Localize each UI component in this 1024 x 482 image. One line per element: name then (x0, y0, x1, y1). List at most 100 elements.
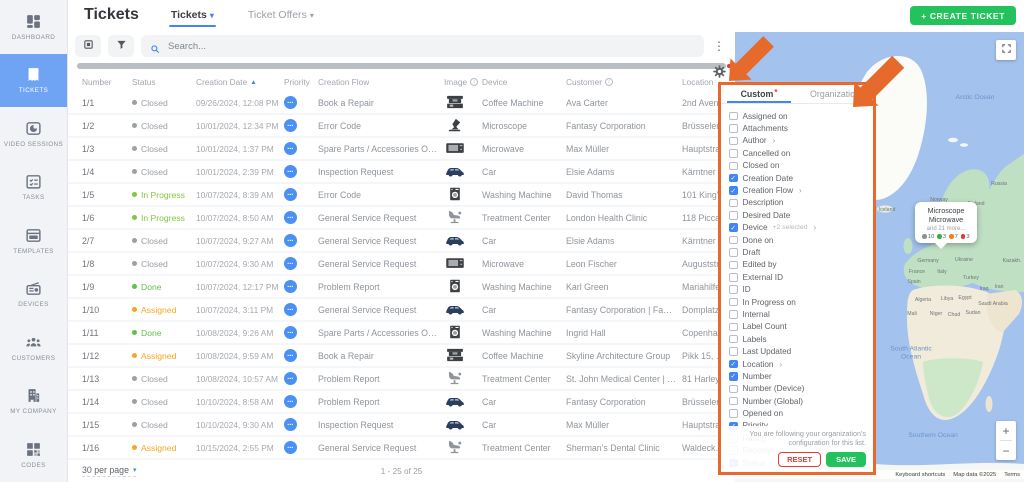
column-option-draft[interactable]: Draft (729, 246, 869, 258)
column-option-creation-flow[interactable]: ✓Creation Flow› (729, 184, 869, 196)
zoom-out-button[interactable]: − (996, 441, 1016, 460)
column-option-number[interactable]: ✓Number (729, 370, 869, 382)
checkbox-checked-icon[interactable]: ✓ (729, 223, 738, 232)
ticket-row-1-5[interactable]: 1/5In Progress10/07/2024, 8:39 AM•••Erro… (68, 184, 735, 207)
checkbox-icon[interactable] (729, 298, 738, 307)
checkbox-icon[interactable] (729, 124, 738, 133)
column-option-edited-by[interactable]: Edited by (729, 259, 869, 271)
sidebar-item-my-company[interactable]: MY COMPANY (0, 375, 67, 429)
checkbox-icon[interactable] (729, 248, 738, 257)
column-option-assigned-on[interactable]: Assigned on (729, 110, 869, 122)
ticket-row-2-7[interactable]: 2/7Closed10/07/2024, 9:27 AM•••General S… (68, 230, 735, 253)
ticket-row-1-6[interactable]: 1/6In Progress10/07/2024, 8:50 AM•••Gene… (68, 207, 735, 230)
checkbox-checked-icon[interactable]: ✓ (729, 174, 738, 183)
column-header-priority[interactable]: Priority (284, 77, 318, 87)
sidebar-item-templates[interactable]: TEMPLATES (0, 214, 67, 268)
column-option-attachments[interactable]: Attachments (729, 122, 869, 134)
ticket-row-1-12[interactable]: 1/12Assigned10/08/2024, 9:59 AM•••Book a… (68, 345, 735, 368)
checkbox-icon[interactable] (729, 261, 738, 270)
sidebar-item-dashboard[interactable]: DASHBOARD (0, 0, 67, 54)
ticket-row-1-9[interactable]: 1/9Done10/07/2024, 12:17 PM•••Problem Re… (68, 276, 735, 299)
column-option-in-progress-on[interactable]: In Progress on (729, 296, 869, 308)
column-option-closed-on[interactable]: Closed on (729, 160, 869, 172)
column-option-id[interactable]: ID (729, 283, 869, 295)
column-settings-button[interactable] (712, 64, 732, 84)
column-header-number[interactable]: Number (82, 77, 132, 87)
checkbox-icon[interactable] (729, 149, 738, 158)
ticket-row-1-1[interactable]: 1/1Closed09/26/2024, 12:08 PM•••Book a R… (68, 92, 735, 115)
checkbox-icon[interactable] (729, 347, 738, 356)
column-header-device[interactable]: Device (482, 77, 566, 87)
search-input[interactable] (166, 40, 695, 53)
zoom-in-button[interactable]: + (996, 421, 1016, 440)
sidebar-item-video-sessions[interactable]: VIDEO SESSIONS (0, 107, 67, 161)
checkbox-icon[interactable] (729, 236, 738, 245)
checkbox-icon[interactable] (729, 335, 738, 344)
column-option-done-on[interactable]: Done on (729, 234, 869, 246)
tab-tickets[interactable]: Tickets▾ (169, 1, 216, 29)
ticket-row-1-8[interactable]: 1/8Closed10/07/2024, 9:30 AM•••General S… (68, 253, 735, 276)
column-header-creation-date[interactable]: Creation Date▲ (196, 77, 284, 87)
column-option-labels[interactable]: Labels (729, 333, 869, 345)
column-option-external-id[interactable]: External ID (729, 271, 869, 283)
column-option-device[interactable]: ✓Device+2 selected› (729, 222, 869, 234)
column-header-status[interactable]: Status (132, 77, 196, 87)
view-toggle-button[interactable] (75, 35, 101, 57)
reset-button[interactable]: RESET (778, 452, 821, 467)
checkbox-icon[interactable] (729, 397, 738, 406)
checkbox-icon[interactable] (729, 323, 738, 332)
ticket-row-1-4[interactable]: 1/4Closed10/01/2024, 2:39 PM•••Inspectio… (68, 161, 735, 184)
filter-button[interactable] (108, 35, 134, 57)
checkbox-icon[interactable] (729, 112, 738, 121)
checkbox-icon[interactable] (729, 273, 738, 282)
checkbox-checked-icon[interactable]: ✓ (729, 186, 738, 195)
tab-custom[interactable]: Custom* (721, 85, 797, 103)
terms-link[interactable]: Terms (1004, 472, 1020, 478)
map-cluster-popup[interactable]: Microscope Microwave and 21 more... 1037… (915, 202, 977, 243)
ticket-row-1-13[interactable]: 1/13Closed10/08/2024, 10:57 AM•••Problem… (68, 368, 735, 391)
ticket-row-1-2[interactable]: 1/2Closed10/01/2024, 12:34 PM•••Error Co… (68, 115, 735, 138)
checkbox-checked-icon[interactable]: ✓ (729, 372, 738, 381)
sidebar-item-tasks[interactable]: TASKS (0, 161, 67, 215)
sidebar-item-tickets[interactable]: TICKETS (0, 54, 67, 108)
ticket-row-1-10[interactable]: 1/10Assigned10/07/2024, 3:11 PM•••Genera… (68, 299, 735, 322)
kebab-menu-icon[interactable]: ⋮ (711, 39, 727, 53)
column-option-desired-date[interactable]: Desired Date (729, 209, 869, 221)
column-option-creation-date[interactable]: ✓Creation Date (729, 172, 869, 184)
checkbox-icon[interactable] (729, 162, 738, 171)
tab-ticket-offers[interactable]: Ticket Offers▾ (246, 1, 316, 29)
checkbox-icon[interactable] (729, 409, 738, 418)
column-header-creation-flow[interactable]: Creation Flow (318, 77, 444, 87)
ticket-row-1-15[interactable]: 1/15Closed10/10/2024, 9:30 AM•••Inspecti… (68, 414, 735, 437)
create-ticket-button[interactable]: + CREATE TICKET (910, 6, 1016, 25)
checkbox-icon[interactable] (729, 211, 738, 220)
column-header-customer[interactable]: Customeri (566, 77, 682, 87)
checkbox-checked-icon[interactable]: ✓ (729, 360, 738, 369)
sidebar-item-codes[interactable]: CODES (0, 429, 67, 482)
keyboard-shortcuts-link[interactable]: Keyboard shortcuts (895, 472, 945, 478)
column-option-location[interactable]: ✓Location› (729, 358, 869, 370)
column-option-cancelled-on[interactable]: Cancelled on (729, 147, 869, 159)
column-option-author[interactable]: Author› (729, 135, 869, 147)
column-option-number-global[interactable]: Number (Global) (729, 395, 869, 407)
checkbox-icon[interactable] (729, 199, 738, 208)
column-option-description[interactable]: Description (729, 197, 869, 209)
checkbox-icon[interactable] (729, 310, 738, 319)
tab-organization[interactable]: Organization (797, 85, 873, 103)
search-box[interactable] (141, 35, 704, 57)
column-option-opened-on[interactable]: Opened on (729, 407, 869, 419)
column-option-label-count[interactable]: Label Count (729, 321, 869, 333)
ticket-row-1-11[interactable]: 1/11Done10/08/2024, 9:26 AM•••Spare Part… (68, 322, 735, 345)
ticket-row-1-16[interactable]: 1/16Assigned10/15/2024, 2:55 PM•••Genera… (68, 437, 735, 460)
horizontal-scrollbar[interactable] (77, 63, 726, 69)
save-button[interactable]: SAVE (826, 452, 866, 467)
fullscreen-button[interactable] (996, 40, 1016, 60)
sidebar-item-customers[interactable]: CUSTOMERS (0, 321, 67, 375)
column-option-number-device[interactable]: Number (Device) (729, 383, 869, 395)
checkbox-icon[interactable] (729, 285, 738, 294)
ticket-row-1-14[interactable]: 1/14Closed10/10/2024, 8:58 AM•••Problem … (68, 391, 735, 414)
column-option-last-updated[interactable]: Last Updated (729, 345, 869, 357)
checkbox-icon[interactable] (729, 137, 738, 146)
ticket-row-1-3[interactable]: 1/3Closed10/01/2024, 1:37 PM•••Spare Par… (68, 138, 735, 161)
checkbox-icon[interactable] (729, 385, 738, 394)
